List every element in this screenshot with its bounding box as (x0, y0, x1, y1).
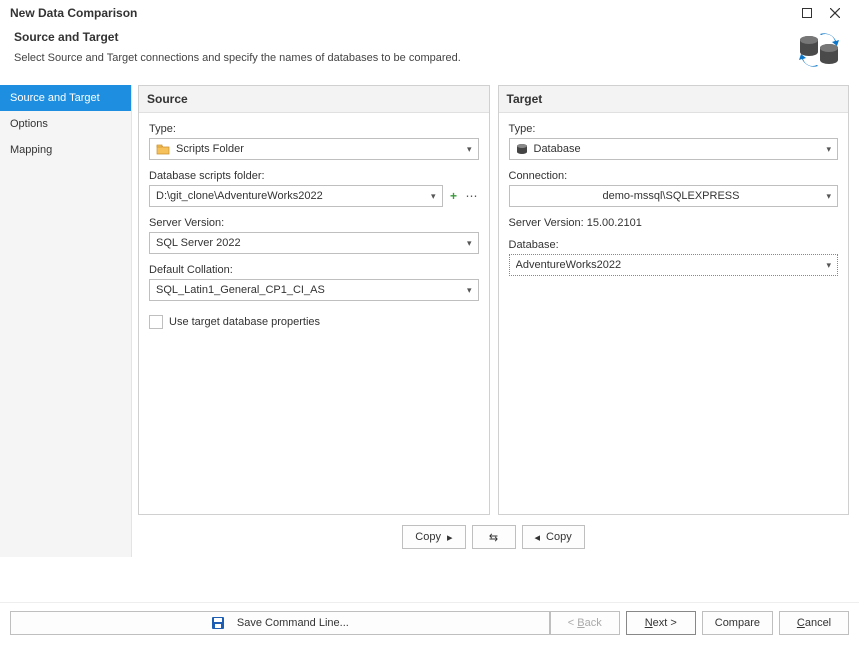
swap-button[interactable]: ⇆ (472, 525, 516, 549)
copy-to-source-button[interactable]: ◂ Copy (522, 525, 585, 549)
source-server-version-label: Server Version: (149, 217, 479, 229)
ellipsis-icon: ⋯ (466, 189, 478, 203)
sidebar-item-mapping[interactable]: Mapping (0, 137, 131, 163)
copy-left-label: Copy (546, 531, 572, 543)
chevron-down-icon: ▾ (467, 285, 472, 296)
save-command-line-button[interactable]: Save Command Line... (10, 611, 550, 635)
next-label: Next > (645, 617, 677, 629)
chevron-down-icon: ▾ (826, 144, 831, 155)
source-panel-title: Source (139, 86, 489, 113)
arrow-right-icon: ▸ (447, 531, 453, 544)
chevron-down-icon: ▾ (826, 260, 831, 271)
source-type-select[interactable]: Scripts Folder ▾ (149, 138, 479, 160)
source-collation-select[interactable]: SQL_Latin1_General_CP1_CI_AS ▾ (149, 279, 479, 301)
save-command-line-label: Save Command Line... (237, 617, 349, 629)
compare-databases-icon (797, 30, 841, 73)
copy-right-label: Copy (415, 531, 441, 543)
checkbox-box (149, 315, 163, 329)
use-target-props-label: Use target database properties (169, 316, 320, 328)
source-server-version-select[interactable]: SQL Server 2022 ▾ (149, 232, 479, 254)
chevron-down-icon: ▾ (431, 191, 436, 202)
folder-icon (156, 143, 170, 155)
swap-icon: ⇆ (489, 531, 498, 544)
target-database-value: AdventureWorks2022 (516, 259, 827, 271)
target-connection-value: demo-mssql\SQLEXPRESS (516, 190, 827, 202)
page-title: Source and Target (14, 30, 785, 44)
source-type-value: Scripts Folder (176, 143, 467, 155)
chevron-down-icon: ▾ (467, 144, 472, 155)
close-icon (830, 8, 840, 18)
plus-icon: + (450, 189, 457, 203)
source-collation-value: SQL_Latin1_General_CP1_CI_AS (156, 284, 467, 296)
cancel-button[interactable]: Cancel (779, 611, 849, 635)
window-title: New Data Comparison (10, 6, 793, 20)
target-connection-select[interactable]: demo-mssql\SQLEXPRESS ▾ (509, 185, 839, 207)
browse-folder-button[interactable]: ⋯ (465, 189, 479, 203)
target-type-value: Database (534, 143, 827, 155)
source-collation-label: Default Collation: (149, 264, 479, 276)
maximize-icon (802, 8, 812, 18)
maximize-button[interactable] (793, 3, 821, 23)
target-database-select[interactable]: AdventureWorks2022 ▾ (509, 254, 839, 276)
target-database-label: Database: (509, 239, 839, 251)
close-button[interactable] (821, 3, 849, 23)
target-type-label: Type: (509, 123, 839, 135)
back-button: < Back (550, 611, 620, 635)
target-connection-label: Connection: (509, 170, 839, 182)
use-target-props-checkbox[interactable]: Use target database properties (149, 315, 479, 329)
cancel-label: Cancel (797, 617, 831, 629)
back-label: < Back (568, 617, 602, 629)
target-type-select[interactable]: Database ▾ (509, 138, 839, 160)
target-panel-title: Target (499, 86, 849, 113)
page-description: Select Source and Target connections and… (14, 52, 785, 64)
sidebar-item-options[interactable]: Options (0, 111, 131, 137)
source-type-label: Type: (149, 123, 479, 135)
source-folder-select[interactable]: D:\git_clone\AdventureWorks2022 ▾ (149, 185, 443, 207)
source-folder-value: D:\git_clone\AdventureWorks2022 (156, 190, 431, 202)
add-folder-button[interactable]: + (447, 189, 461, 203)
wizard-sidebar: Source and Target Options Mapping (0, 85, 132, 557)
target-server-version-text: Server Version: 15.00.2101 (509, 217, 839, 229)
chevron-down-icon: ▾ (467, 238, 472, 249)
compare-button[interactable]: Compare (702, 611, 773, 635)
copy-to-target-button[interactable]: Copy ▸ (402, 525, 465, 549)
source-server-version-value: SQL Server 2022 (156, 237, 467, 249)
database-icon (516, 143, 528, 155)
arrow-left-icon: ◂ (535, 531, 541, 544)
next-button[interactable]: Next > (626, 611, 696, 635)
sidebar-item-source-target[interactable]: Source and Target (0, 85, 131, 111)
save-icon (211, 616, 225, 630)
source-folder-label: Database scripts folder: (149, 170, 479, 182)
source-panel: Source Type: Scripts Folder ▾ Database s… (138, 85, 490, 515)
compare-label: Compare (715, 617, 760, 629)
target-panel: Target Type: Database ▾ Connection: demo… (498, 85, 850, 515)
chevron-down-icon: ▾ (826, 191, 831, 202)
